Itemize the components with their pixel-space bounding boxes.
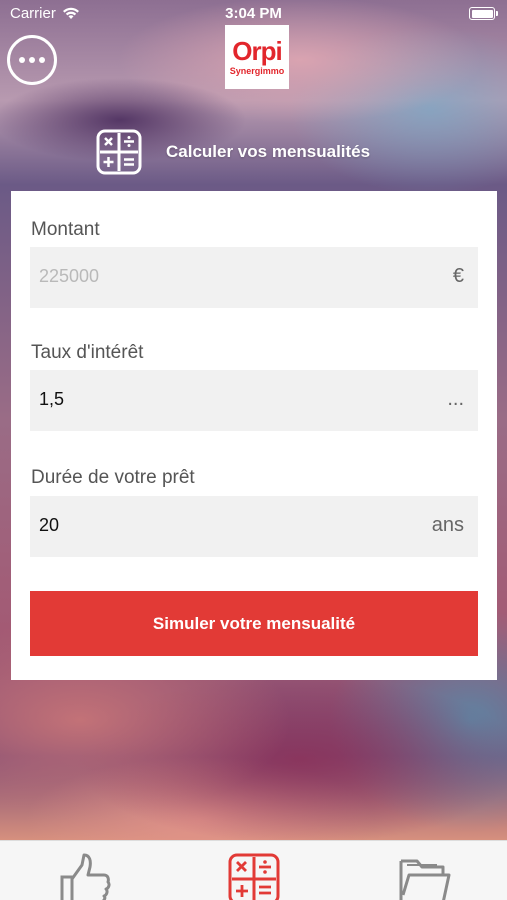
- more-menu-button[interactable]: [7, 35, 57, 85]
- tab-documents[interactable]: [397, 851, 453, 900]
- page-header: Calculer vos mensualités: [96, 129, 370, 175]
- rate-suffix: ...: [447, 388, 464, 410]
- rate-field[interactable]: 1,5 ...: [30, 370, 478, 431]
- folder-icon: [399, 859, 451, 900]
- duration-label: Durée de votre prêt: [31, 467, 195, 488]
- simulate-button[interactable]: Simuler votre mensualité: [30, 591, 478, 656]
- duration-field[interactable]: 20 ans: [30, 496, 478, 557]
- status-bar: Carrier 3:04 PM: [0, 0, 507, 28]
- rate-label: Taux d'intérêt: [31, 342, 144, 363]
- amount-placeholder: 225000: [39, 266, 100, 286]
- dot-icon: [29, 57, 35, 63]
- thumbs-up-icon: [60, 853, 111, 900]
- amount-field[interactable]: 225000 €: [30, 247, 478, 308]
- battery-icon: [469, 7, 498, 20]
- calculator-icon: [228, 853, 280, 900]
- logo-sub: Synergimmo: [229, 66, 285, 76]
- logo-main: Orpi: [232, 36, 282, 66]
- orpi-logo: Orpi Synergimmo: [225, 25, 289, 89]
- euro-suffix: €: [452, 265, 464, 287]
- amount-label: Montant: [31, 219, 100, 240]
- tab-favorites[interactable]: [58, 851, 114, 900]
- page-title: Calculer vos mensualités: [166, 142, 371, 161]
- tab-bar: [0, 840, 507, 900]
- calculator-icon: [96, 129, 142, 175]
- tab-calculator[interactable]: [227, 851, 283, 900]
- status-time: 3:04 PM: [225, 5, 282, 22]
- dot-icon: [39, 57, 45, 63]
- loan-form-card: Montant 225000 € Taux d'intérêt 1,5 ... …: [11, 191, 497, 680]
- rate-value: 1,5: [39, 389, 65, 409]
- dot-icon: [19, 57, 25, 63]
- duration-suffix: ans: [431, 514, 464, 536]
- duration-value: 20: [39, 515, 60, 535]
